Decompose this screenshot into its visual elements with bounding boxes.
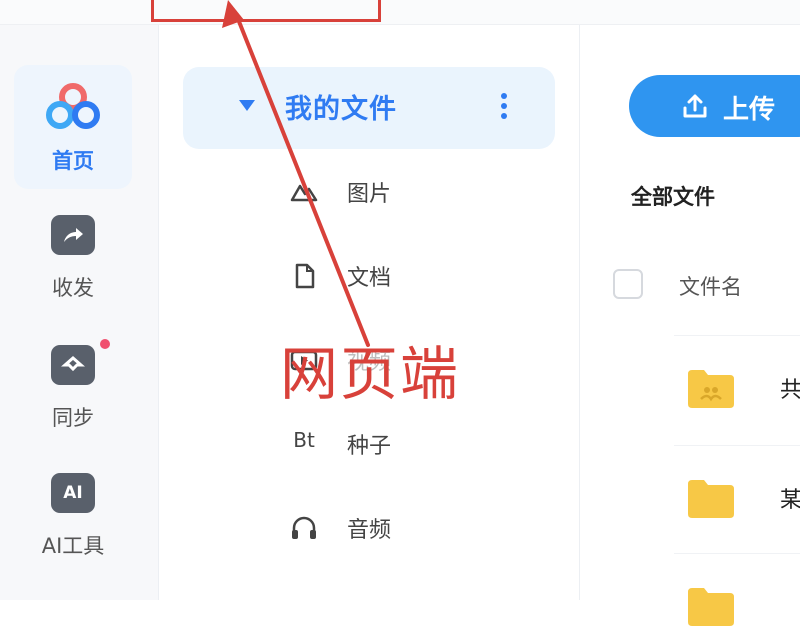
rail-item-share[interactable]: 收发 xyxy=(14,195,132,319)
category-label: 种子 xyxy=(347,434,392,459)
table-row[interactable]: 共 xyxy=(674,335,800,426)
table-row[interactable] xyxy=(674,553,800,644)
image-icon xyxy=(290,184,318,202)
rail-label-home: 首页 xyxy=(52,149,94,173)
rail-label-ai-tools: AI工具 xyxy=(41,534,105,558)
upload-icon xyxy=(683,94,707,118)
category-label: 音频 xyxy=(347,518,392,543)
left-rail: 首页 收发 同步 AI AI工具 xyxy=(0,25,159,600)
category-label: 图片 xyxy=(347,182,392,207)
top-bar xyxy=(0,0,800,25)
table-row[interactable]: 某 xyxy=(674,445,800,536)
column-header-filename[interactable]: 文件名 xyxy=(679,271,742,301)
rail-item-ai-tools[interactable]: AI AI工具 xyxy=(14,455,132,579)
rail-label-sync: 同步 xyxy=(52,406,94,430)
file-name: 共 xyxy=(780,378,800,403)
my-files-item[interactable]: 我的文件 xyxy=(183,67,555,149)
torrent-icon: Bt xyxy=(293,428,315,452)
shared-folder-icon xyxy=(688,370,734,408)
rail-item-sync[interactable]: 同步 xyxy=(14,325,132,449)
upload-button[interactable]: 上传 xyxy=(629,75,800,137)
upload-label: 上传 xyxy=(723,95,776,125)
more-options-icon[interactable] xyxy=(501,93,507,123)
headphones-icon xyxy=(292,516,316,539)
file-list-area: 上传 全部文件 文件名 共 某 xyxy=(580,25,800,626)
sync-icon xyxy=(51,345,95,385)
file-name: 某 xyxy=(780,488,800,513)
annotation-highlight-box xyxy=(151,0,381,22)
my-files-label: 我的文件 xyxy=(285,94,397,125)
rail-item-home[interactable]: 首页 xyxy=(14,65,132,189)
folder-icon xyxy=(688,480,734,518)
folder-icon xyxy=(688,588,734,626)
sync-notification-dot xyxy=(100,339,110,349)
select-all-checkbox[interactable] xyxy=(613,269,643,299)
ai-tools-icon: AI xyxy=(51,473,95,513)
annotation-label: 网页端 xyxy=(280,340,461,408)
breadcrumb[interactable]: 全部文件 xyxy=(631,181,715,211)
rail-label-share: 收发 xyxy=(52,276,94,300)
file-category-panel: 我的文件 图片 文档 视频 Bt 种子 音频 xyxy=(159,25,580,600)
share-icon xyxy=(51,215,95,255)
document-icon xyxy=(295,263,315,289)
cloud-logo-icon xyxy=(46,83,100,129)
category-label: 文档 xyxy=(347,266,392,291)
caret-down-icon xyxy=(239,100,255,111)
